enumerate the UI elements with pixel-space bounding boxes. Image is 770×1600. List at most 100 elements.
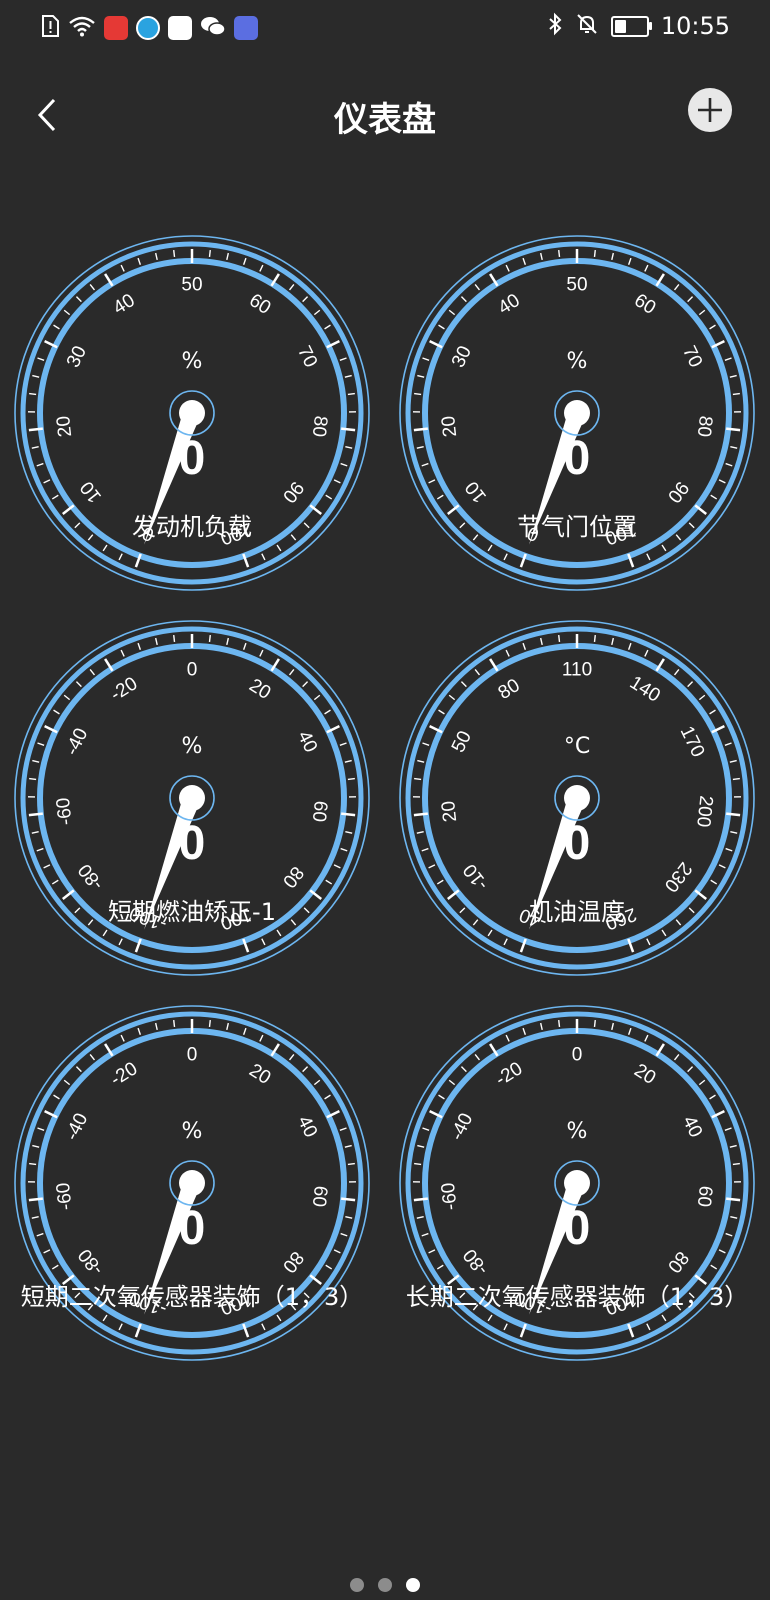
gauge-minor-tick: [611, 252, 615, 261]
app-header: 仪表盘: [0, 80, 770, 150]
gauge-minor-tick: [698, 309, 706, 316]
gauge-minor-tick: [302, 296, 309, 303]
gauge-minor-tick: [75, 681, 82, 688]
gauge-minor-tick: [302, 681, 309, 688]
gauge-minor-tick: [89, 284, 96, 291]
gauge-label: 长期二次氧传感器装饰（1，3）: [405, 1283, 749, 1311]
gauge-minor-tick: [276, 929, 282, 937]
gauge-minor-tick: [118, 553, 123, 561]
gauge-tick-label: -20: [492, 1058, 526, 1090]
gauge-minor-tick: [118, 938, 123, 946]
gauge-minor-tick: [102, 929, 108, 937]
gauge-minor-tick: [558, 1019, 561, 1028]
gauge-minor-tick: [32, 759, 40, 763]
gauge-value: 0: [563, 817, 591, 870]
gauge-minor-tick: [325, 494, 333, 500]
fm-app-icon: [168, 16, 192, 40]
gauge-minor-tick: [53, 324, 60, 330]
add-gauge-button[interactable]: [688, 88, 732, 132]
plus-icon: [698, 98, 722, 122]
gauge-minor-tick: [325, 1264, 333, 1270]
gauge-major-tick: [28, 812, 43, 817]
gauge-tick-label: 0: [187, 1045, 198, 1066]
page-indicator: [0, 1578, 770, 1592]
gauge-minor-tick: [661, 929, 667, 937]
gauge-major-tick: [28, 1197, 43, 1202]
gauge-minor-tick: [687, 681, 694, 688]
gauge-short-fuel-trim[interactable]: -100-80-60-40-20020406080100 % 0 短期燃油矫正-…: [12, 618, 372, 978]
gauge-tick-label: -20: [107, 1058, 141, 1090]
gauge-minor-tick: [288, 1054, 295, 1061]
gauge-minor-tick: [344, 1144, 352, 1148]
gauge-minor-tick: [324, 709, 331, 715]
gauge-tick-label: 60: [630, 290, 659, 319]
page-dot[interactable]: [406, 1578, 420, 1592]
gauge-minor-tick: [261, 1323, 266, 1331]
gauge-minor-tick: [347, 1162, 355, 1166]
gauge-minor-tick: [448, 1079, 456, 1086]
gauge-tick-label: 0: [187, 660, 198, 681]
status-left-icons: [40, 14, 258, 42]
gauge-minor-tick: [414, 1162, 422, 1166]
gauge-engine-load[interactable]: 0102030405060708090100 % 0 发动机负载: [12, 233, 372, 593]
gauge-minor-tick: [288, 669, 295, 676]
gauge-minor-tick: [438, 324, 445, 330]
page-dot[interactable]: [378, 1578, 392, 1592]
gauge-minor-tick: [709, 709, 716, 715]
gauge-minor-tick: [102, 1314, 108, 1322]
gauge-minor-tick: [173, 249, 176, 258]
gauge-minor-tick: [522, 642, 527, 650]
huawei-app-icon: [104, 16, 128, 40]
wifi-icon: [68, 15, 96, 41]
gauge-minor-tick: [63, 694, 71, 701]
gauge-minor-tick: [242, 257, 247, 265]
gauge-minor-tick: [261, 938, 266, 946]
gauge-minor-tick: [53, 709, 60, 715]
gauge-minor-tick: [75, 1066, 82, 1073]
gauge-unit: °C: [563, 734, 591, 759]
gauge-oil-temperature[interactable]: -40-10205080110140170200230260 °C 0 机油温度: [397, 618, 757, 978]
gauge-minor-tick: [558, 249, 561, 258]
gauge-minor-tick: [89, 669, 96, 676]
gauge-minor-tick: [438, 1094, 445, 1100]
gauge-short-o2-trim[interactable]: -100-80-60-40-20020406080100 % 0 短期二次氧传感…: [12, 1003, 372, 1363]
gauge-major-tick: [341, 812, 356, 817]
gauge-minor-tick: [313, 1079, 321, 1086]
gauge-tick-label: -20: [107, 673, 141, 705]
gauge-minor-tick: [505, 649, 510, 657]
gauge-major-tick: [726, 812, 741, 817]
gauge-minor-tick: [276, 544, 282, 552]
gauge-label: 发动机负载: [132, 513, 252, 541]
gauge-minor-tick: [709, 324, 716, 330]
gauge-minor-tick: [448, 309, 456, 316]
gauge-minor-tick: [627, 1027, 632, 1035]
gauge-minor-tick: [242, 642, 247, 650]
gauge-long-o2-trim[interactable]: -100-80-60-40-20020406080100 % 0 长期二次氧传感…: [397, 1003, 757, 1363]
gauge-minor-tick: [120, 264, 125, 272]
gauge-minor-tick: [460, 681, 467, 688]
gauge-minor-tick: [627, 642, 632, 650]
gauge-tick-label: 110: [562, 660, 592, 681]
gauge-minor-tick: [89, 1054, 96, 1061]
gauge-minor-tick: [539, 252, 543, 261]
gauge-minor-tick: [417, 1144, 425, 1148]
gauge-minor-tick: [698, 694, 706, 701]
gauge-minor-tick: [593, 1019, 596, 1028]
gauge-minor-tick: [644, 1034, 649, 1042]
gauge-minor-tick: [324, 324, 331, 330]
gauge-minor-tick: [487, 929, 493, 937]
gauge-minor-tick: [242, 1027, 247, 1035]
gauge-tick-label: 0: [572, 1045, 583, 1066]
gauge-minor-tick: [226, 637, 230, 646]
gauge-minor-tick: [288, 284, 295, 291]
mute-bell-icon: [575, 12, 599, 40]
gauge-minor-tick: [460, 296, 467, 303]
gauge-minor-tick: [644, 649, 649, 657]
gauge-hub: [179, 1170, 205, 1196]
gauge-minor-tick: [226, 1022, 230, 1031]
gauge-minor-tick: [729, 1144, 737, 1148]
gauge-throttle-position[interactable]: 0102030405060708090100 % 0 节气门位置: [397, 233, 757, 593]
gauge-minor-tick: [208, 249, 211, 258]
gauge-unit: %: [181, 734, 203, 759]
page-dot[interactable]: [350, 1578, 364, 1592]
